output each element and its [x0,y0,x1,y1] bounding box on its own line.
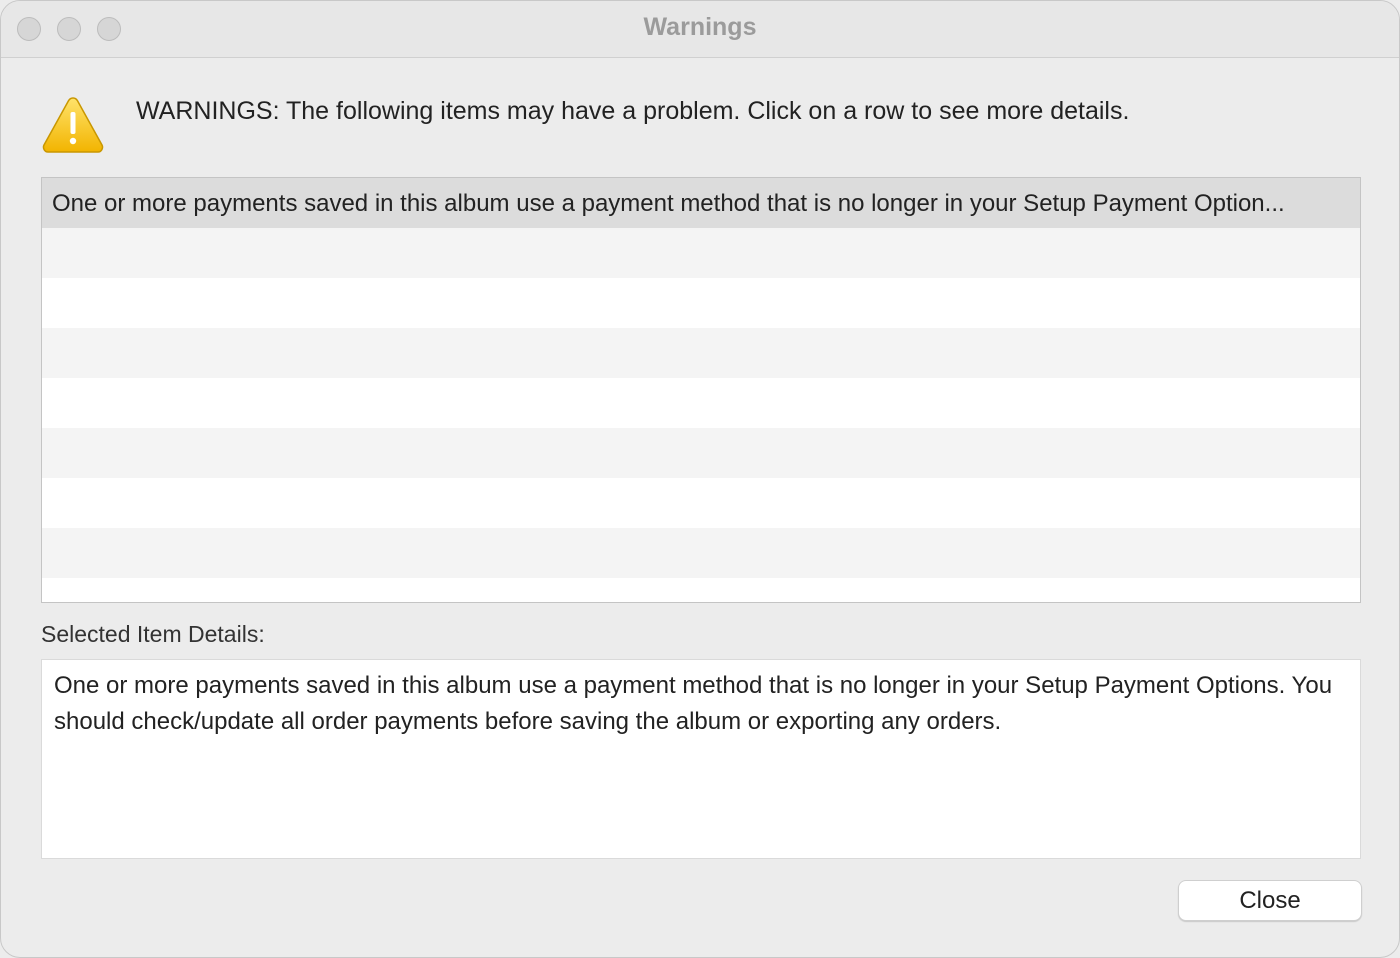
table-row-empty [42,528,1360,578]
table-row-empty [42,328,1360,378]
table-row-empty [42,228,1360,278]
warnings-window: Warnings WARNINGS: The following items m… [0,0,1400,958]
warnings-header-message: WARNINGS: The following items may have a… [136,97,1130,125]
table-row-empty [42,478,1360,528]
title-bar: Warnings [1,1,1399,58]
selected-item-details-text[interactable]: One or more payments saved in this album… [41,659,1361,859]
table-row[interactable]: One or more payments saved in this album… [42,178,1360,228]
window-title: Warnings [643,13,757,41]
table-row-empty [42,428,1360,478]
table-row-empty [42,278,1360,328]
table-row-empty [42,378,1360,428]
selected-item-details-label: Selected Item Details: [41,621,265,647]
warnings-table[interactable]: One or more payments saved in this album… [41,177,1361,603]
close-button[interactable]: Close [1178,880,1362,921]
warning-triangle-icon [41,95,105,155]
table-row-empty [42,578,1360,602]
